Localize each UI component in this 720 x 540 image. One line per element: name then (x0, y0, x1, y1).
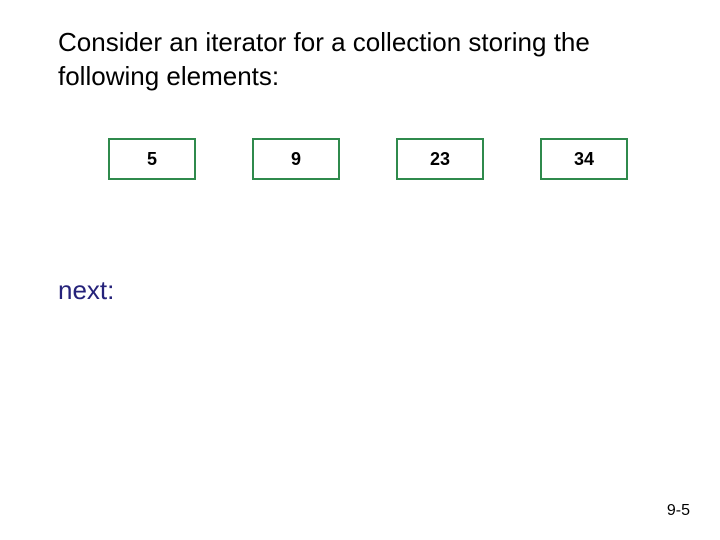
element-boxes: 5 9 23 34 (108, 138, 628, 180)
page-number: 9-5 (667, 502, 690, 520)
slide-description: Consider an iterator for a collection st… (58, 26, 658, 94)
element-box: 23 (396, 138, 484, 180)
element-box: 5 (108, 138, 196, 180)
element-box: 9 (252, 138, 340, 180)
next-label: next: (58, 275, 114, 306)
element-box: 34 (540, 138, 628, 180)
